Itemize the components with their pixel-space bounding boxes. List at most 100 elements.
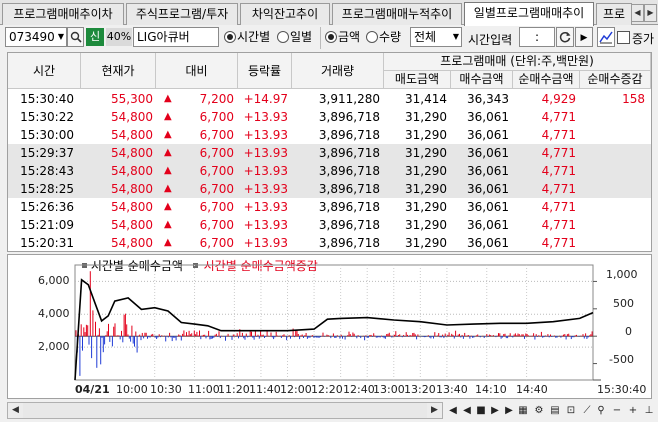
cell-buy: 36,061 bbox=[451, 234, 509, 251]
sell-value: 31,290 bbox=[405, 182, 447, 196]
market-select[interactable]: 전체 ▼ bbox=[410, 27, 462, 47]
increase-checkbox[interactable] bbox=[617, 31, 630, 44]
header-rate: 등락률 bbox=[238, 53, 292, 89]
rate-value: +13.93 bbox=[243, 146, 288, 160]
net-value: 4,771 bbox=[541, 164, 576, 178]
net-change-value: 158 bbox=[622, 92, 645, 106]
cell-buy: 36,061 bbox=[451, 180, 509, 198]
zoom-area-icon[interactable]: ⊡ bbox=[564, 402, 578, 419]
first-page-icon[interactable]: ◀ bbox=[446, 402, 460, 419]
tab-program-trend-chart[interactable]: 프로그램매매추이차 bbox=[2, 3, 124, 25]
table-row[interactable]: 15:28:25 54,800 ▲ 6,700 +13.93 3,896,718 31,29… bbox=[8, 180, 651, 198]
net-buy-line bbox=[74, 278, 594, 381]
x-tick-label: 11:20 bbox=[218, 383, 250, 396]
scroll-left-icon[interactable]: ◀ bbox=[8, 403, 23, 418]
radio-icon bbox=[277, 31, 289, 43]
table-row[interactable]: 15:30:22 54,800 ▲ 6,700 +13.93 3,896,718 31,29… bbox=[8, 108, 651, 126]
arrow-right-icon: ▶ bbox=[580, 33, 588, 43]
cell-net-change bbox=[580, 162, 645, 180]
fit-icon[interactable]: ⊥ bbox=[642, 402, 656, 419]
settings-gear-icon[interactable]: ⚙ bbox=[532, 402, 546, 419]
cell-buy: 36,061 bbox=[451, 216, 509, 234]
sell-value: 31,290 bbox=[405, 146, 447, 160]
tab-daily-program-trend[interactable]: 일별프로그램매매추이 bbox=[464, 2, 594, 26]
table-row[interactable]: 15:28:43 54,800 ▲ 6,700 +13.93 3,896,718 31,29… bbox=[8, 162, 651, 180]
buy-value: 36,343 bbox=[467, 92, 509, 106]
view-by-time-radio[interactable]: 시간별 bbox=[224, 30, 270, 44]
prev-page-icon[interactable]: ◀ bbox=[460, 402, 474, 419]
view-by-day-radio[interactable]: 일별 bbox=[277, 30, 312, 44]
cell-time: 15:26:36 bbox=[8, 198, 74, 216]
tab-stock-program-investor[interactable]: 주식프로그램/투자 bbox=[126, 3, 238, 25]
search-button[interactable] bbox=[67, 27, 84, 47]
x-tick-label: 12:20 bbox=[311, 383, 343, 396]
next-button[interactable]: ▶ bbox=[575, 27, 593, 47]
net-value: 4,929 bbox=[541, 92, 576, 106]
play-icon[interactable]: ▶ bbox=[488, 402, 502, 419]
stock-code-value: 073490 bbox=[9, 30, 55, 44]
unit-amount-radio[interactable]: 금액 bbox=[325, 30, 360, 44]
toolbar: 073490 ▼ 신 40% LIG아큐버 시간별 일별 금액 수량 전체 ▼ … bbox=[0, 26, 658, 50]
scroll-right-icon[interactable]: ▶ bbox=[427, 403, 442, 418]
header-label: 현재가 bbox=[101, 64, 135, 78]
table-row[interactable]: 15:30:00 54,800 ▲ 6,700 +13.93 3,896,718 31,29… bbox=[8, 126, 651, 144]
grid-icon[interactable]: ▤ bbox=[548, 402, 562, 419]
chart-toggle-button[interactable] bbox=[597, 27, 615, 47]
cell-sell: 31,290 bbox=[384, 198, 447, 216]
cell-rate: +13.93 bbox=[238, 108, 288, 126]
cell-volume: 3,896,718 bbox=[292, 234, 380, 251]
table-row[interactable]: 15:30:40 55,300 ▲ 7,200 +14.97 3,911,280 31,41… bbox=[8, 90, 651, 108]
cell-time: 15:28:25 bbox=[8, 180, 74, 198]
change-value: 6,700 bbox=[199, 236, 234, 250]
market-select-value: 전체 bbox=[414, 30, 437, 44]
header-net-change: 순매수증감 bbox=[580, 71, 651, 89]
stop-icon[interactable]: ■ bbox=[474, 402, 488, 419]
volume-value: 3,896,718 bbox=[318, 236, 380, 250]
chevron-down-icon[interactable]: ▼ bbox=[58, 28, 64, 46]
table-row[interactable]: 15:29:37 54,800 ▲ 6,700 +13.93 3,896,718 31,29… bbox=[8, 144, 651, 162]
chevron-down-icon[interactable]: ▼ bbox=[453, 28, 459, 46]
price-value: 55,300 bbox=[111, 92, 153, 106]
change-value: 6,700 bbox=[199, 218, 234, 232]
zoom-search-icon[interactable]: ⚲ bbox=[594, 402, 608, 419]
refresh-button[interactable] bbox=[556, 27, 574, 47]
x-tick-label: 13:00 bbox=[373, 383, 405, 396]
time-input-field[interactable]: : bbox=[519, 27, 555, 47]
volume-value: 3,896,718 bbox=[318, 146, 380, 160]
zoom-in-icon[interactable]: + bbox=[626, 402, 640, 419]
next-page-icon[interactable]: ▶ bbox=[502, 402, 516, 419]
price-value: 54,800 bbox=[111, 146, 153, 160]
time-value: 15:26:36 bbox=[20, 200, 74, 214]
time-value: 15:30:22 bbox=[20, 110, 74, 124]
measure-icon[interactable]: ⟋ bbox=[580, 402, 594, 419]
radio-selected-icon bbox=[224, 31, 236, 43]
cell-price: 54,800 bbox=[81, 216, 153, 234]
tab-program-cumulative[interactable]: 프로그램매매누적추이 bbox=[332, 3, 462, 25]
rate-value: +13.93 bbox=[243, 110, 288, 124]
chart-scrollbar[interactable]: ◀ ▶ bbox=[7, 402, 443, 419]
cell-net-change bbox=[580, 216, 645, 234]
time-input-label-text: 시간입력 bbox=[468, 33, 513, 47]
header-label: 시간 bbox=[32, 64, 56, 78]
program-trade-chart[interactable]: 시간별 순매수금액 시간별 순매수금액증감 6,000 4,000 2,000 … bbox=[7, 254, 652, 399]
table-view-icon[interactable]: ▦ bbox=[516, 402, 530, 419]
price-value: 54,800 bbox=[111, 218, 153, 232]
header-label: 순매수증감 bbox=[587, 72, 643, 86]
table-row[interactable]: 15:21:09 54,800 ▲ 6,700 +13.93 3,896,718 31,29… bbox=[8, 216, 651, 234]
increase-label: 증가 bbox=[632, 30, 654, 47]
chart-control-bar: ◀ ▶ ◀ ◀ ■ ▶ ▶ ▦ ⚙ ▤ ⊡ ⟋ ⚲ − + ⊥ bbox=[0, 400, 658, 422]
cell-sell: 31,290 bbox=[384, 234, 447, 251]
tab-more[interactable]: 프로 bbox=[596, 3, 632, 25]
cell-time: 15:28:43 bbox=[8, 162, 74, 180]
unit-qty-radio[interactable]: 수량 bbox=[366, 30, 401, 44]
tab-scroll-right-icon[interactable]: ▶ bbox=[644, 4, 657, 22]
tab-arbitrage-balance[interactable]: 차익잔고추이 bbox=[240, 3, 330, 25]
stock-name-field: LIG아큐버 bbox=[133, 27, 219, 47]
cell-net-change bbox=[580, 108, 645, 126]
stock-code-input[interactable]: 073490 ▼ bbox=[5, 27, 67, 47]
table-row[interactable]: 15:20:31 54,800 ▲ 6,700 +13.93 3,896,718 31,29… bbox=[8, 234, 651, 251]
up-triangle-icon: ▲ bbox=[164, 237, 172, 248]
zoom-out-icon[interactable]: − bbox=[610, 402, 624, 419]
tab-scroll-left-icon[interactable]: ◀ bbox=[631, 4, 644, 22]
table-row[interactable]: 15:26:36 54,800 ▲ 6,700 +13.93 3,896,718 31,29… bbox=[8, 198, 651, 216]
